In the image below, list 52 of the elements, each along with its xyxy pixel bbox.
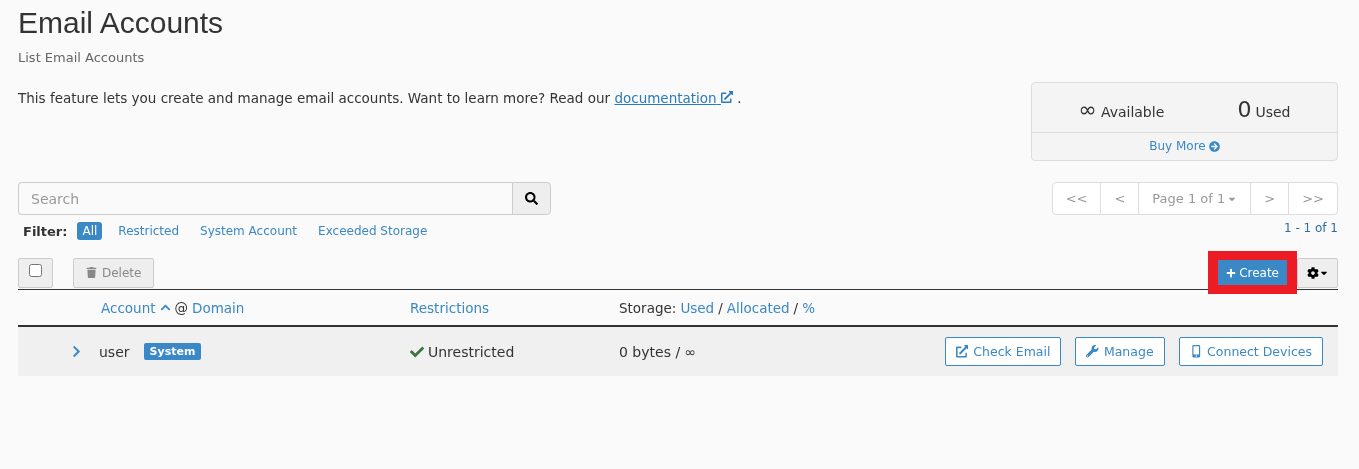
at-sign: @ (174, 299, 188, 316)
restriction-status: Unrestricted (428, 343, 515, 360)
search-button[interactable] (512, 182, 551, 215)
gear-icon (1306, 266, 1319, 279)
search-field[interactable]: Search (18, 182, 512, 215)
search-icon (525, 192, 538, 205)
system-badge: System (143, 343, 202, 360)
page-title: Email Accounts (18, 6, 225, 40)
intro-text: This feature lets you create and manage email accounts. Want to learn more? Read our documentation . (18, 90, 742, 108)
storage-value: 0 bytes / ∞ (619, 343, 697, 360)
account-sort-link[interactable]: Account (101, 299, 156, 316)
external-link-icon (955, 345, 969, 358)
first-page-button[interactable]: << (1051, 182, 1102, 215)
row-action-button[interactable]: Manage (1075, 337, 1165, 366)
allocated-sort-link[interactable]: Allocated (726, 299, 790, 316)
separator: / (718, 299, 723, 316)
filter-option[interactable]: Restricted (113, 222, 185, 240)
select-all-checkbox[interactable] (29, 263, 42, 277)
restrictions-sort-link[interactable]: Restrictions (410, 299, 490, 316)
filter-label: Filter: (23, 223, 68, 239)
chevron-icon (70, 345, 83, 358)
select-all-button[interactable] (18, 257, 53, 288)
plus-icon (1226, 267, 1237, 278)
wrench-icon (1086, 345, 1099, 358)
result-range: 1 - 1 of 1 (1283, 221, 1338, 235)
domain-sort-link[interactable]: Domain (192, 299, 245, 316)
documentation-link[interactable]: documentation (614, 90, 733, 106)
phone-icon (1189, 345, 1203, 358)
previous-page-button[interactable]: < (1100, 182, 1140, 215)
settings-button[interactable] (1297, 257, 1338, 288)
buy-more-link[interactable]: Buy More (1149, 139, 1220, 153)
page-dropdown[interactable]: Page 1 of 1 (1138, 182, 1252, 215)
percent-sort-link[interactable]: % (802, 299, 815, 316)
filter-option[interactable]: Exceeded Storage (313, 222, 433, 240)
page-subtitle: List Email Accounts (18, 50, 146, 65)
last-page-button[interactable]: >> (1288, 182, 1338, 215)
trash-icon (86, 267, 97, 278)
used-stat: 0 Used (1237, 97, 1291, 122)
available-stat: ∞ Available (1078, 97, 1165, 122)
separator: / (793, 299, 799, 316)
external-link-icon (720, 91, 733, 103)
next-page-button[interactable]: > (1250, 182, 1290, 215)
row-action-button[interactable]: Check Email (944, 337, 1062, 366)
row-action-button[interactable]: Connect Devices (1178, 337, 1323, 366)
create-button[interactable]: Create (1218, 260, 1287, 285)
filter-option[interactable]: All (77, 222, 103, 240)
sort-ascending-icon (159, 302, 171, 313)
storage-label: Storage: (619, 299, 677, 316)
used-sort-link[interactable]: Used (680, 299, 715, 316)
filter-option[interactable]: System Account (195, 222, 303, 240)
check-icon (410, 344, 424, 359)
account-name: user (99, 343, 130, 360)
